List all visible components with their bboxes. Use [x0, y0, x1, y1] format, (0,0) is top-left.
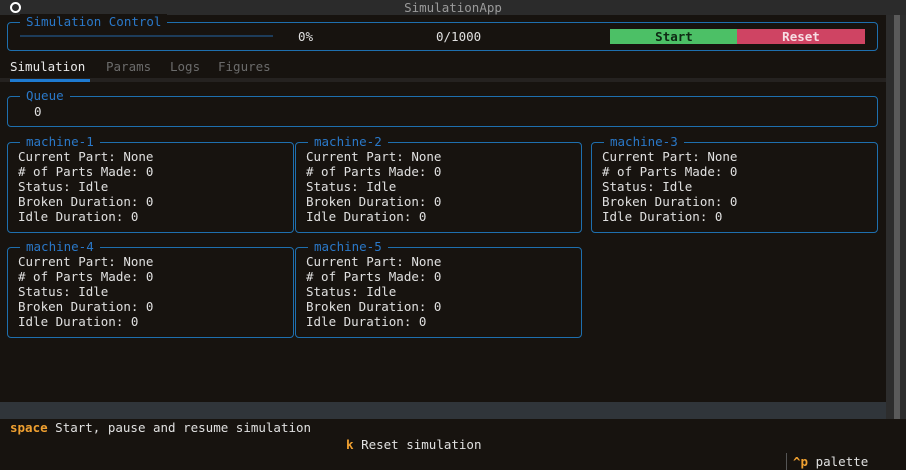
tab-logs[interactable]: Logs: [170, 59, 200, 75]
progress-counter: 0/1000: [436, 29, 482, 44]
idle-duration: Idle Duration: 0: [18, 209, 139, 224]
status: Status: Idle: [306, 179, 397, 194]
parts-made: # of Parts Made: 0: [18, 269, 154, 284]
status: Status: Idle: [306, 284, 397, 299]
machine-panel: machine-5 Current Part: None # of Parts M…: [295, 239, 582, 338]
tab-divider: [0, 78, 886, 82]
current-part: Current Part: None: [18, 254, 154, 269]
active-tab-indicator: [10, 79, 90, 82]
parts-made: # of Parts Made: 0: [602, 164, 738, 179]
binding-k[interactable]: k Reset simulation: [346, 436, 481, 453]
command-palette-button[interactable]: ^p palette: [786, 453, 868, 470]
idle-duration: Idle Duration: 0: [306, 209, 427, 224]
current-part: Current Part: None: [306, 254, 442, 269]
progress-percent: 0%: [298, 29, 314, 44]
binding-desc: Start, pause and resume simulation: [55, 420, 312, 435]
status: Status: Idle: [602, 179, 693, 194]
palette-label: palette: [815, 454, 869, 469]
progress-bar: [20, 35, 273, 37]
current-part: Current Part: None: [306, 149, 442, 164]
binding-desc: Reset simulation: [361, 437, 482, 452]
machine-panel: machine-3 Current Part: None # of Parts M…: [591, 134, 878, 233]
binding-key: space: [10, 420, 48, 435]
parts-made: # of Parts Made: 0: [18, 164, 154, 179]
simulation-control-legend: Simulation Control: [20, 14, 168, 30]
queue-value: 0: [34, 104, 42, 119]
machine-name: machine-1: [20, 134, 100, 150]
queue-legend: Queue: [20, 88, 70, 104]
tab-params[interactable]: Params: [106, 59, 151, 75]
machine-panel: machine-2 Current Part: None # of Parts M…: [295, 134, 582, 233]
idle-duration: Idle Duration: 0: [602, 209, 723, 224]
parts-made: # of Parts Made: 0: [306, 269, 442, 284]
palette-key: ^p: [793, 454, 809, 469]
machine-name: machine-4: [20, 239, 100, 255]
binding-space[interactable]: space Start, pause and resume simulation: [10, 419, 311, 436]
status: Status: Idle: [18, 284, 109, 299]
idle-duration: Idle Duration: 0: [306, 314, 427, 329]
machine-name: machine-5: [308, 239, 388, 255]
status: Status: Idle: [18, 179, 109, 194]
broken-duration: Broken Duration: 0: [306, 194, 442, 209]
broken-duration: Broken Duration: 0: [18, 194, 154, 209]
machine-name: machine-3: [604, 134, 684, 150]
footer-bar: space Start, pause and resume simulation…: [0, 402, 886, 470]
reset-button[interactable]: Reset: [737, 29, 865, 44]
parts-made: # of Parts Made: 0: [306, 164, 442, 179]
tab-simulation[interactable]: Simulation: [10, 59, 85, 75]
idle-duration: Idle Duration: 0: [18, 314, 139, 329]
machine-panel: machine-4 Current Part: None # of Parts M…: [7, 239, 294, 338]
current-part: Current Part: None: [18, 149, 154, 164]
binding-key: k: [346, 437, 354, 452]
tab-figures[interactable]: Figures: [218, 59, 271, 75]
broken-duration: Broken Duration: 0: [306, 299, 442, 314]
start-button[interactable]: Start: [610, 29, 738, 44]
broken-duration: Broken Duration: 0: [18, 299, 154, 314]
app-title: SimulationApp: [404, 0, 502, 15]
current-part: Current Part: None: [602, 149, 738, 164]
machine-name: machine-2: [308, 134, 388, 150]
scrollbar-thumb[interactable]: [894, 15, 900, 419]
machine-panel: machine-1 Current Part: None # of Parts M…: [7, 134, 294, 233]
queue-panel: Queue 0: [7, 88, 878, 127]
broken-duration: Broken Duration: 0: [602, 194, 738, 209]
